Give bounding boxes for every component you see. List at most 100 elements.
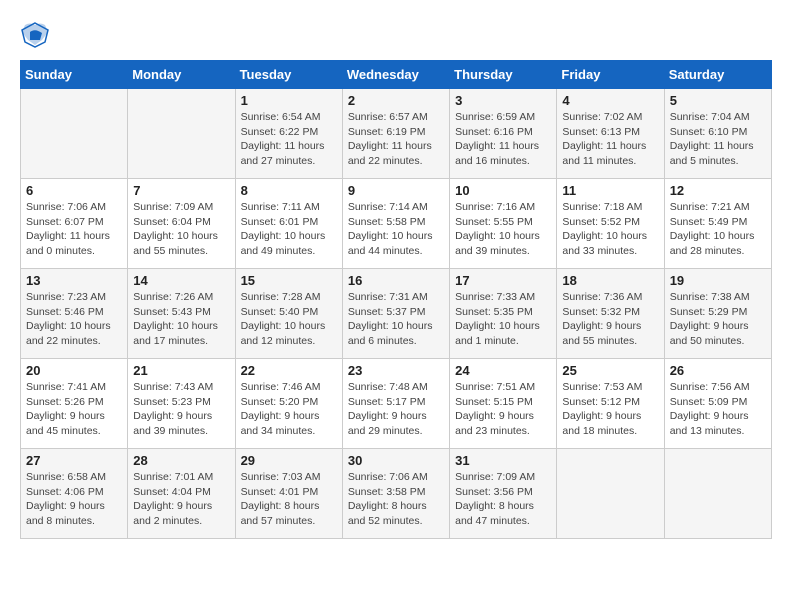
calendar-cell: 9 Sunrise: 7:14 AM Sunset: 5:58 PM Daylig… bbox=[342, 179, 449, 269]
calendar-cell: 30 Sunrise: 7:06 AM Sunset: 3:58 PM Dayli… bbox=[342, 449, 449, 539]
logo bbox=[20, 20, 54, 50]
day-number: 2 bbox=[348, 93, 444, 108]
day-number: 17 bbox=[455, 273, 551, 288]
weekday-header-monday: Monday bbox=[128, 61, 235, 89]
day-info: Sunrise: 7:43 AM Sunset: 5:23 PM Dayligh… bbox=[133, 380, 229, 439]
calendar-cell: 23 Sunrise: 7:48 AM Sunset: 5:17 PM Dayli… bbox=[342, 359, 449, 449]
day-info: Sunrise: 7:28 AM Sunset: 5:40 PM Dayligh… bbox=[241, 290, 337, 349]
calendar-cell: 8 Sunrise: 7:11 AM Sunset: 6:01 PM Daylig… bbox=[235, 179, 342, 269]
calendar-cell: 29 Sunrise: 7:03 AM Sunset: 4:01 PM Dayli… bbox=[235, 449, 342, 539]
calendar-cell: 3Sunrise: 6:59 AM Sunset: 6:16 PM Daylig… bbox=[450, 89, 557, 179]
weekday-header-row: SundayMondayTuesdayWednesdayThursdayFrid… bbox=[21, 61, 772, 89]
day-info: Sunrise: 7:31 AM Sunset: 5:37 PM Dayligh… bbox=[348, 290, 444, 349]
day-info: Sunrise: 7:51 AM Sunset: 5:15 PM Dayligh… bbox=[455, 380, 551, 439]
weekday-header-sunday: Sunday bbox=[21, 61, 128, 89]
calendar-cell: 25 Sunrise: 7:53 AM Sunset: 5:12 PM Dayli… bbox=[557, 359, 664, 449]
week-row-3: 20Sunrise: 7:41 AM Sunset: 5:26 PM Dayli… bbox=[21, 359, 772, 449]
day-number: 18 bbox=[562, 273, 658, 288]
day-number: 24 bbox=[455, 363, 551, 378]
calendar-cell bbox=[21, 89, 128, 179]
day-number: 14 bbox=[133, 273, 229, 288]
calendar-cell: 5 Sunrise: 7:04 AM Sunset: 6:10 PM Daylig… bbox=[664, 89, 771, 179]
day-info: Sunrise: 7:26 AM Sunset: 5:43 PM Dayligh… bbox=[133, 290, 229, 349]
day-number: 13 bbox=[26, 273, 122, 288]
day-number: 8 bbox=[241, 183, 337, 198]
week-row-2: 13 Sunrise: 7:23 AM Sunset: 5:46 PM Dayli… bbox=[21, 269, 772, 359]
weekday-header-wednesday: Wednesday bbox=[342, 61, 449, 89]
day-number: 28 bbox=[133, 453, 229, 468]
day-info: Sunrise: 6:59 AM Sunset: 6:16 PM Dayligh… bbox=[455, 110, 551, 169]
day-info: Sunrise: 7:38 AM Sunset: 5:29 PM Dayligh… bbox=[670, 290, 766, 349]
day-info: Sunrise: 7:21 AM Sunset: 5:49 PM Dayligh… bbox=[670, 200, 766, 259]
day-number: 19 bbox=[670, 273, 766, 288]
calendar-cell: 20Sunrise: 7:41 AM Sunset: 5:26 PM Dayli… bbox=[21, 359, 128, 449]
day-number: 4 bbox=[562, 93, 658, 108]
day-info: Sunrise: 7:33 AM Sunset: 5:35 PM Dayligh… bbox=[455, 290, 551, 349]
calendar-cell: 16 Sunrise: 7:31 AM Sunset: 5:37 PM Dayli… bbox=[342, 269, 449, 359]
day-number: 27 bbox=[26, 453, 122, 468]
day-number: 10 bbox=[455, 183, 551, 198]
calendar-cell: 28 Sunrise: 7:01 AM Sunset: 4:04 PM Dayli… bbox=[128, 449, 235, 539]
day-info: Sunrise: 7:06 AM Sunset: 6:07 PM Dayligh… bbox=[26, 200, 122, 259]
day-info: Sunrise: 7:14 AM Sunset: 5:58 PM Dayligh… bbox=[348, 200, 444, 259]
logo-icon bbox=[20, 20, 50, 50]
calendar-table: SundayMondayTuesdayWednesdayThursdayFrid… bbox=[20, 60, 772, 539]
day-number: 29 bbox=[241, 453, 337, 468]
calendar-cell: 19 Sunrise: 7:38 AM Sunset: 5:29 PM Dayli… bbox=[664, 269, 771, 359]
calendar-cell: 14 Sunrise: 7:26 AM Sunset: 5:43 PM Dayli… bbox=[128, 269, 235, 359]
calendar-cell: 27 Sunrise: 6:58 AM Sunset: 4:06 PM Dayli… bbox=[21, 449, 128, 539]
day-info: Sunrise: 7:01 AM Sunset: 4:04 PM Dayligh… bbox=[133, 470, 229, 529]
day-info: Sunrise: 6:54 AM Sunset: 6:22 PM Dayligh… bbox=[241, 110, 337, 169]
day-number: 7 bbox=[133, 183, 229, 198]
calendar-cell: 31Sunrise: 7:09 AM Sunset: 3:56 PM Dayli… bbox=[450, 449, 557, 539]
day-number: 21 bbox=[133, 363, 229, 378]
day-info: Sunrise: 7:09 AM Sunset: 6:04 PM Dayligh… bbox=[133, 200, 229, 259]
day-number: 16 bbox=[348, 273, 444, 288]
day-info: Sunrise: 7:53 AM Sunset: 5:12 PM Dayligh… bbox=[562, 380, 658, 439]
calendar-cell: 4 Sunrise: 7:02 AM Sunset: 6:13 PM Daylig… bbox=[557, 89, 664, 179]
day-number: 5 bbox=[670, 93, 766, 108]
day-number: 1 bbox=[241, 93, 337, 108]
calendar-cell: 18 Sunrise: 7:36 AM Sunset: 5:32 PM Dayli… bbox=[557, 269, 664, 359]
calendar-cell: 2Sunrise: 6:57 AM Sunset: 6:19 PM Daylig… bbox=[342, 89, 449, 179]
day-info: Sunrise: 7:03 AM Sunset: 4:01 PM Dayligh… bbox=[241, 470, 337, 529]
calendar-cell: 24 Sunrise: 7:51 AM Sunset: 5:15 PM Dayli… bbox=[450, 359, 557, 449]
week-row-0: 1 Sunrise: 6:54 AM Sunset: 6:22 PM Daylig… bbox=[21, 89, 772, 179]
calendar-cell: 11 Sunrise: 7:18 AM Sunset: 5:52 PM Dayli… bbox=[557, 179, 664, 269]
calendar-cell: 22 Sunrise: 7:46 AM Sunset: 5:20 PM Dayli… bbox=[235, 359, 342, 449]
day-info: Sunrise: 6:58 AM Sunset: 4:06 PM Dayligh… bbox=[26, 470, 122, 529]
day-number: 11 bbox=[562, 183, 658, 198]
calendar-cell bbox=[664, 449, 771, 539]
weekday-header-friday: Friday bbox=[557, 61, 664, 89]
day-info: Sunrise: 7:41 AM Sunset: 5:26 PM Dayligh… bbox=[26, 380, 122, 439]
day-info: Sunrise: 7:16 AM Sunset: 5:55 PM Dayligh… bbox=[455, 200, 551, 259]
day-info: Sunrise: 7:36 AM Sunset: 5:32 PM Dayligh… bbox=[562, 290, 658, 349]
calendar-cell: 7 Sunrise: 7:09 AM Sunset: 6:04 PM Daylig… bbox=[128, 179, 235, 269]
calendar-cell: 12Sunrise: 7:21 AM Sunset: 5:49 PM Dayli… bbox=[664, 179, 771, 269]
week-row-1: 6 Sunrise: 7:06 AM Sunset: 6:07 PM Daylig… bbox=[21, 179, 772, 269]
header bbox=[20, 20, 772, 50]
day-info: Sunrise: 7:46 AM Sunset: 5:20 PM Dayligh… bbox=[241, 380, 337, 439]
day-info: Sunrise: 7:04 AM Sunset: 6:10 PM Dayligh… bbox=[670, 110, 766, 169]
day-number: 9 bbox=[348, 183, 444, 198]
calendar-cell: 26Sunrise: 7:56 AM Sunset: 5:09 PM Dayli… bbox=[664, 359, 771, 449]
day-info: Sunrise: 7:18 AM Sunset: 5:52 PM Dayligh… bbox=[562, 200, 658, 259]
day-info: Sunrise: 7:11 AM Sunset: 6:01 PM Dayligh… bbox=[241, 200, 337, 259]
calendar-cell: 15Sunrise: 7:28 AM Sunset: 5:40 PM Dayli… bbox=[235, 269, 342, 359]
day-number: 25 bbox=[562, 363, 658, 378]
day-info: Sunrise: 7:56 AM Sunset: 5:09 PM Dayligh… bbox=[670, 380, 766, 439]
day-info: Sunrise: 7:23 AM Sunset: 5:46 PM Dayligh… bbox=[26, 290, 122, 349]
day-info: Sunrise: 7:06 AM Sunset: 3:58 PM Dayligh… bbox=[348, 470, 444, 529]
day-number: 6 bbox=[26, 183, 122, 198]
day-info: Sunrise: 7:48 AM Sunset: 5:17 PM Dayligh… bbox=[348, 380, 444, 439]
calendar-cell: 1 Sunrise: 6:54 AM Sunset: 6:22 PM Daylig… bbox=[235, 89, 342, 179]
day-number: 30 bbox=[348, 453, 444, 468]
day-info: Sunrise: 7:02 AM Sunset: 6:13 PM Dayligh… bbox=[562, 110, 658, 169]
day-number: 22 bbox=[241, 363, 337, 378]
weekday-header-saturday: Saturday bbox=[664, 61, 771, 89]
calendar-cell bbox=[128, 89, 235, 179]
calendar-cell: 17 Sunrise: 7:33 AM Sunset: 5:35 PM Dayli… bbox=[450, 269, 557, 359]
day-number: 23 bbox=[348, 363, 444, 378]
day-info: Sunrise: 7:09 AM Sunset: 3:56 PM Dayligh… bbox=[455, 470, 551, 529]
weekday-header-thursday: Thursday bbox=[450, 61, 557, 89]
